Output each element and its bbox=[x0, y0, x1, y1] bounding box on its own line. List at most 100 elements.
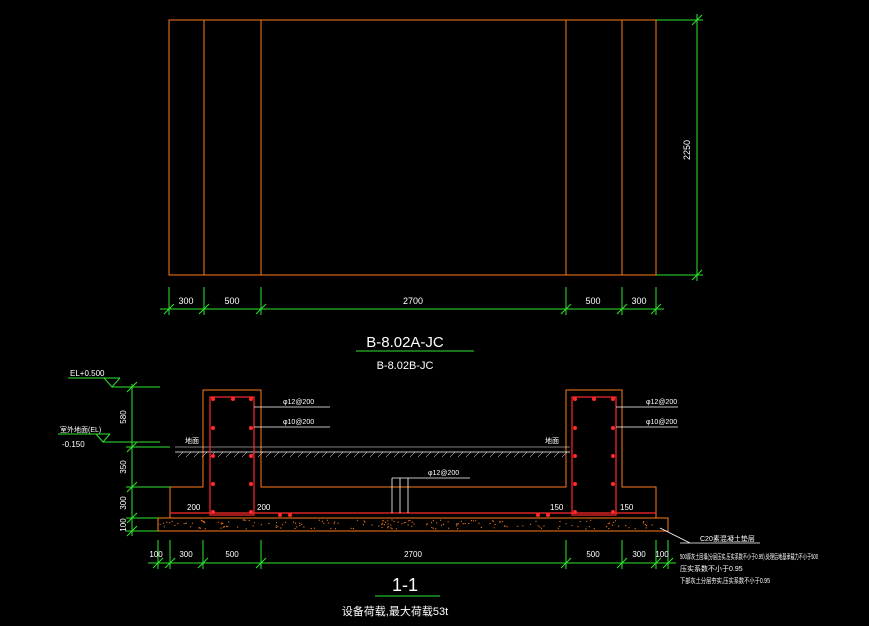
cushion-dot bbox=[330, 527, 332, 530]
cushion-dot bbox=[204, 528, 206, 530]
ground-hatch-line bbox=[353, 451, 360, 458]
elevation-marks: EL+0.500 室外地面(EL) -0.150 bbox=[58, 369, 160, 449]
cushion-dot bbox=[275, 525, 277, 527]
right-wall-rebar-cage bbox=[571, 396, 617, 516]
ground-hatch-line bbox=[505, 451, 512, 458]
cushion-dot bbox=[191, 522, 193, 524]
cushion-dot bbox=[489, 522, 491, 525]
bdim-6: 300 bbox=[632, 550, 646, 559]
ground-hatch-line bbox=[265, 451, 272, 458]
note-2: 500厚灰土回填(分层压实,压实系数不小于0.95),处理后地基承载力不小于50… bbox=[680, 552, 818, 561]
cushion-dot bbox=[382, 520, 384, 522]
cushion-dot bbox=[323, 522, 325, 524]
cushion-dot bbox=[403, 522, 405, 524]
rebar-dot bbox=[278, 513, 282, 517]
plan-dim-text-3: 2700 bbox=[403, 296, 423, 306]
cushion-dot bbox=[645, 527, 647, 529]
cushion-dot bbox=[190, 526, 192, 528]
ground-label-right: 地面 bbox=[545, 436, 559, 445]
cushion-dot bbox=[478, 522, 480, 524]
cushion-dot bbox=[260, 524, 262, 526]
cushion-dot bbox=[456, 523, 458, 525]
vdim-4: 100 bbox=[119, 518, 128, 532]
cushion-dot bbox=[185, 522, 187, 524]
cushion-dot bbox=[303, 526, 305, 528]
cushion-dot bbox=[432, 519, 434, 522]
cushion-dot bbox=[337, 522, 339, 524]
cushion-dot bbox=[651, 524, 653, 526]
ground-hatch-line bbox=[537, 451, 544, 458]
cushion-dot bbox=[387, 527, 389, 529]
ground-hatch-line bbox=[529, 451, 536, 458]
ground-hatch-line bbox=[545, 451, 552, 458]
cushion-dot bbox=[625, 525, 627, 527]
section-bottom-dims: 100 300 500 2700 500 300 100 bbox=[148, 540, 676, 569]
cushion-dot bbox=[294, 528, 296, 530]
cushion-dot bbox=[411, 521, 413, 523]
ground-hatch-line bbox=[377, 451, 384, 458]
cushion-dot bbox=[364, 521, 366, 523]
cushion-dot bbox=[504, 525, 506, 528]
cushion-dot bbox=[537, 525, 539, 527]
rebar-dot bbox=[611, 397, 615, 401]
cushion-dot bbox=[401, 523, 403, 525]
ground-hatch-line bbox=[305, 451, 312, 458]
cushion-dot bbox=[431, 521, 433, 524]
cushion-dot bbox=[577, 526, 579, 528]
ground-hatch-line bbox=[313, 451, 320, 458]
cushion-dot bbox=[334, 521, 336, 523]
inner-dim-4: 150 bbox=[620, 503, 634, 512]
cushion-dot bbox=[634, 528, 636, 530]
cushion-dot bbox=[310, 527, 312, 530]
cushion-dot bbox=[390, 524, 392, 526]
cushion-dot bbox=[472, 520, 475, 522]
rebar-dot bbox=[573, 482, 577, 486]
cushion-dot bbox=[222, 526, 224, 528]
cushion-dot bbox=[456, 525, 458, 527]
cushion-dot bbox=[590, 519, 592, 521]
cushion-dot bbox=[436, 522, 438, 524]
cushion-dot bbox=[517, 525, 519, 527]
cushion-dot bbox=[447, 527, 450, 529]
cushion-dot bbox=[299, 524, 301, 526]
cushion-dot bbox=[586, 520, 588, 522]
ground-hatch-line bbox=[177, 451, 184, 458]
cushion-dot bbox=[268, 522, 270, 525]
cushion-dot bbox=[608, 522, 611, 524]
el-ground-value: -0.150 bbox=[62, 440, 85, 449]
cushion-dot bbox=[397, 521, 399, 523]
cushion-dot bbox=[391, 528, 393, 530]
cushion-dot bbox=[506, 526, 508, 528]
cushion-dot bbox=[440, 519, 442, 521]
cushion-dot bbox=[381, 526, 383, 529]
cushion-dot bbox=[371, 524, 373, 526]
plan-dim-text-1: 300 bbox=[178, 296, 193, 306]
cushion-dot bbox=[321, 520, 323, 523]
cushion-dot bbox=[460, 520, 462, 522]
plan-height-dimension: 2250 bbox=[656, 14, 703, 281]
cushion-dot bbox=[300, 523, 303, 526]
plan-view bbox=[168, 19, 657, 276]
cushion-dot bbox=[159, 523, 161, 526]
ground-hatch-line bbox=[369, 451, 376, 458]
cushion-dot bbox=[407, 524, 409, 526]
rebar-dot bbox=[231, 397, 235, 401]
cushion-dot bbox=[642, 522, 644, 524]
rebar-dot bbox=[573, 397, 577, 401]
ground-hatch-line bbox=[513, 451, 520, 458]
rebar-dot bbox=[249, 426, 253, 430]
cushion-dot bbox=[352, 527, 354, 530]
plan-title-block: B-8.02A-JC B-8.02B-JC bbox=[356, 334, 474, 372]
rebar-dot bbox=[211, 454, 215, 458]
section-note: 设备荷载,最大荷载53t bbox=[342, 604, 448, 618]
bdim-5: 500 bbox=[586, 550, 600, 559]
cushion-dot bbox=[201, 520, 203, 522]
cushion-dot bbox=[162, 522, 165, 524]
ground-hatch-line bbox=[289, 451, 296, 458]
plan-dim-text-4: 500 bbox=[585, 296, 600, 306]
cushion-dot bbox=[447, 521, 449, 523]
cushion-dot bbox=[220, 527, 222, 529]
cushion-dot bbox=[435, 528, 437, 530]
ground-hatch-line bbox=[297, 451, 304, 458]
cushion-dot bbox=[443, 523, 445, 526]
